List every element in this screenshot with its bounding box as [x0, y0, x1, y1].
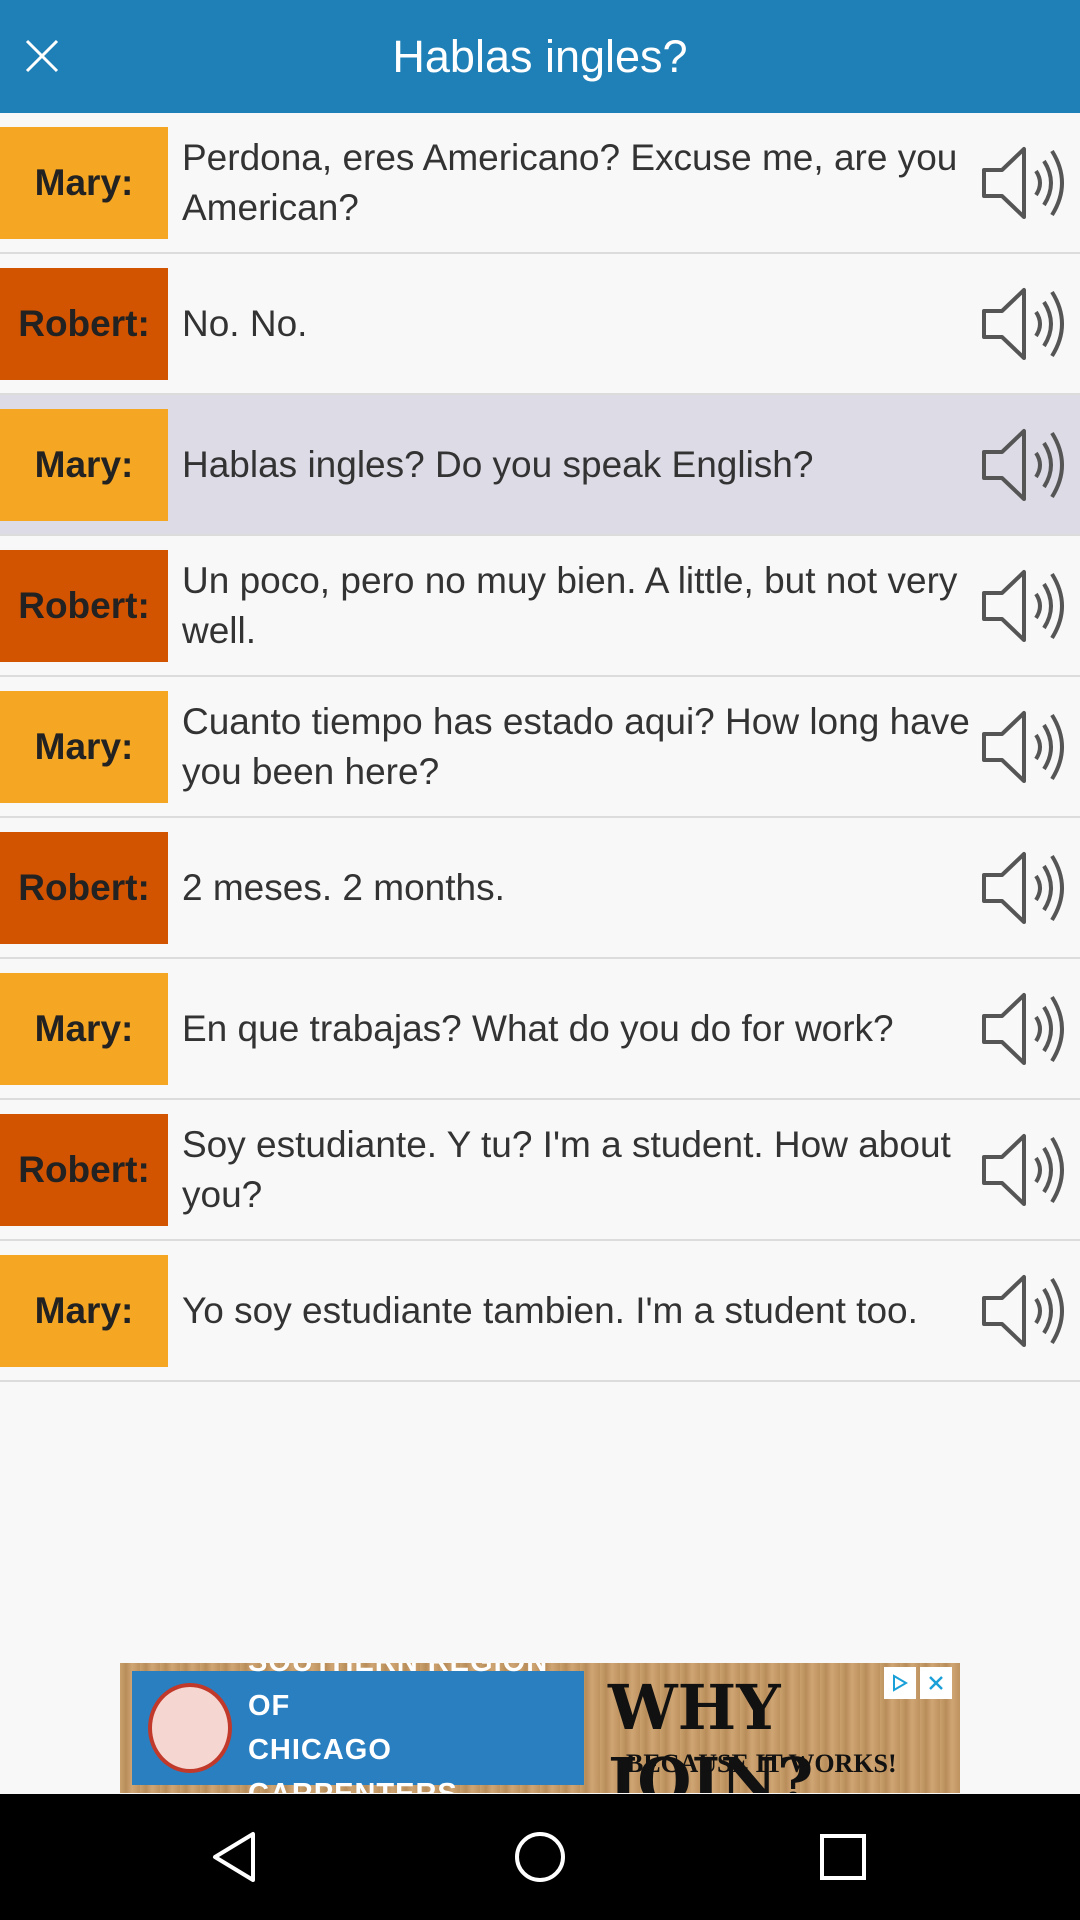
dialogue-line: Un poco, pero no muy bien. A little, but…: [182, 559, 958, 651]
ad-banner[interactable]: SOUTHERN REGION OF CHICAGO CARPENTERS WH…: [120, 1663, 960, 1793]
dialogue-row[interactable]: Robert: 2 meses. 2 months.: [0, 818, 1080, 959]
app-header: Hablas ingles?: [0, 0, 1080, 113]
speaker-label: Robert:: [0, 268, 168, 380]
speaker-label: Robert:: [0, 550, 168, 662]
speaker-icon[interactable]: [980, 848, 1070, 928]
ad-org-line2: CHICAGO CARPENTERS: [247, 1734, 457, 1793]
dialogue-line: No. No.: [182, 302, 308, 344]
dialogue-row[interactable]: Robert: No. No.: [0, 254, 1080, 395]
dialogue-line: Cuanto tiempo has estado aqui? How long …: [182, 700, 970, 792]
dialogue-row[interactable]: Mary: Cuanto tiempo has estado aqui? How…: [0, 677, 1080, 818]
speaker-label: Mary:: [0, 691, 168, 803]
speaker-icon[interactable]: [980, 1130, 1070, 1210]
speaker-icon[interactable]: [980, 425, 1070, 505]
adchoices-icon[interactable]: [884, 1667, 916, 1699]
ad-org-line1: SOUTHERN REGION OF: [247, 1663, 547, 1722]
dialogue-row[interactable]: Robert: Un poco, pero no muy bien. A lit…: [0, 536, 1080, 677]
recents-icon[interactable]: [808, 1822, 878, 1892]
ad-tagline: BECAUSE IT WORKS!: [626, 1749, 897, 1778]
speaker-icon[interactable]: [980, 143, 1070, 223]
dialogue-line: Perdona, eres Americano? Excuse me, are …: [182, 136, 958, 228]
speaker-label: Robert:: [0, 832, 168, 944]
speaker-label: Mary:: [0, 1255, 168, 1367]
speaker-label: Robert:: [0, 1114, 168, 1226]
speaker-label: Mary:: [0, 409, 168, 521]
back-icon[interactable]: [201, 1822, 271, 1892]
dialogue-list: Mary: Perdona, eres Americano? Excuse me…: [0, 113, 1080, 1382]
home-icon[interactable]: [505, 1822, 575, 1892]
page-title: Hablas ingles?: [392, 31, 688, 82]
dialogue-row[interactable]: Mary: Hablas ingles? Do you speak Englis…: [0, 395, 1080, 536]
speaker-label: Mary:: [0, 973, 168, 1085]
dialogue-line: En que trabajas? What do you do for work…: [182, 1007, 894, 1049]
union-logo: [148, 1683, 232, 1773]
ad-org-text: SOUTHERN REGION OF CHICAGO CARPENTERS: [248, 1663, 584, 1793]
dialogue-line: 2 meses. 2 months.: [182, 866, 505, 908]
dialogue-row[interactable]: Mary: Perdona, eres Americano? Excuse me…: [0, 113, 1080, 254]
dialogue-line: Soy estudiante. Y tu? I'm a student. How…: [182, 1123, 951, 1215]
speaker-label: Mary:: [0, 127, 168, 239]
dialogue-row[interactable]: Mary: En que trabajas? What do you do fo…: [0, 959, 1080, 1100]
speaker-icon[interactable]: [980, 989, 1070, 1069]
dialogue-row[interactable]: Robert: Soy estudiante. Y tu? I'm a stud…: [0, 1100, 1080, 1241]
speaker-icon[interactable]: [980, 284, 1070, 364]
dialogue-line: Yo soy estudiante tambien. I'm a student…: [182, 1289, 918, 1331]
ad-close-icon[interactable]: [920, 1667, 952, 1699]
dialogue-row[interactable]: Mary: Yo soy estudiante tambien. I'm a s…: [0, 1241, 1080, 1382]
system-navbar: [0, 1794, 1080, 1920]
speaker-icon[interactable]: [980, 707, 1070, 787]
speaker-icon[interactable]: [980, 1271, 1070, 1351]
dialogue-line: Hablas ingles? Do you speak English?: [182, 443, 814, 485]
speaker-icon[interactable]: [980, 566, 1070, 646]
ad-org-panel: SOUTHERN REGION OF CHICAGO CARPENTERS: [132, 1663, 584, 1793]
